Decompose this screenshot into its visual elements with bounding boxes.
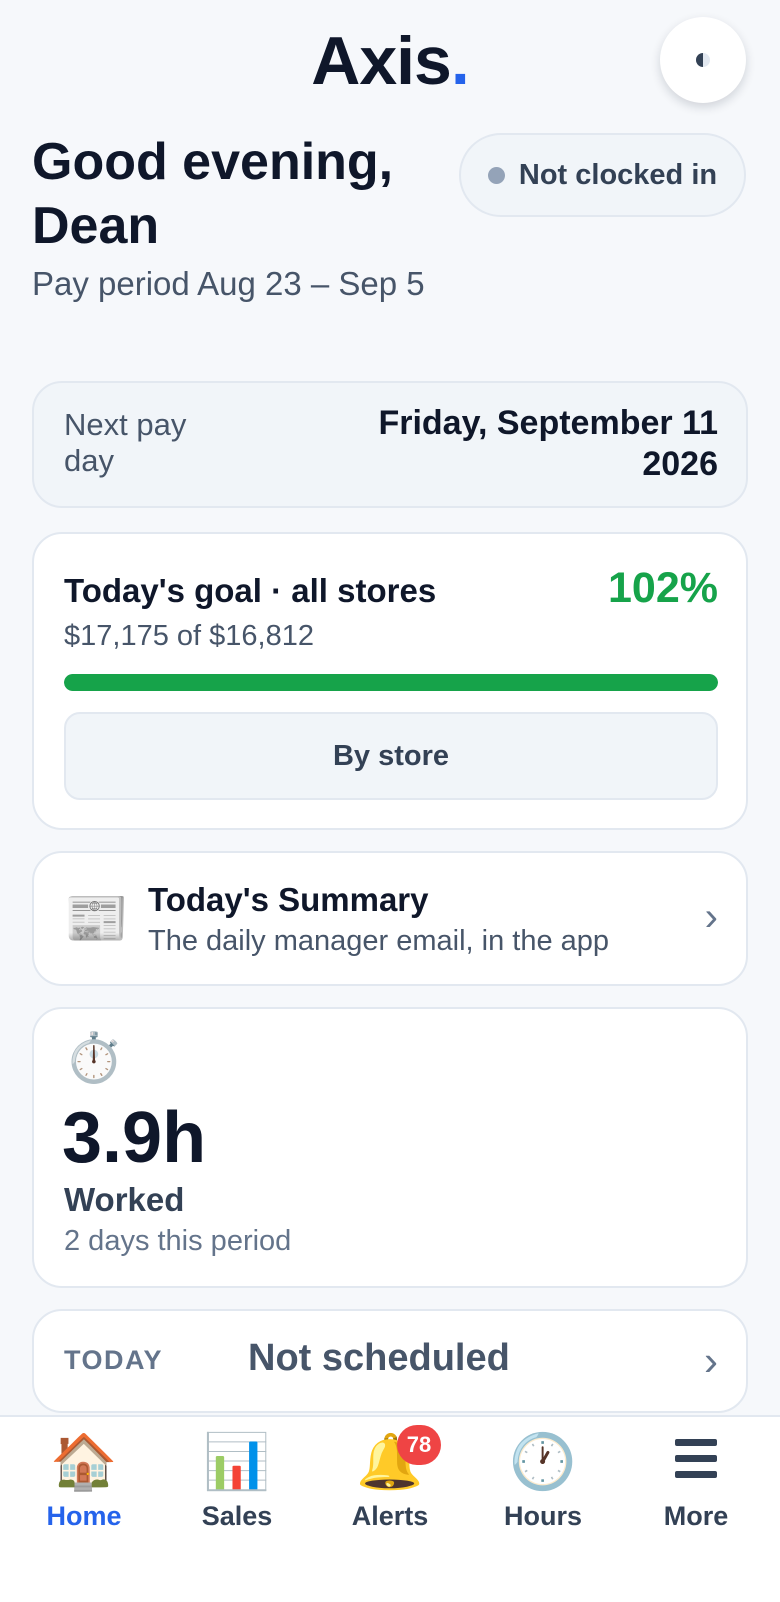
- today-tag: TODAY: [64, 1345, 164, 1375]
- greeting-title: Good evening, Dean: [32, 133, 394, 255]
- daily-goal-card: Today's goal · all stores 102% $17,175 o…: [32, 532, 748, 830]
- next-pay-date: Friday, September 11 2026: [378, 404, 718, 483]
- today-schedule-card[interactable]: TODAY Not scheduled ›: [32, 1309, 748, 1413]
- nav-item-sales[interactable]: 📊 Sales: [161, 1429, 313, 1532]
- app-header: Axis.: [0, 0, 780, 120]
- clock-status-label: Not clocked in: [518, 158, 718, 191]
- bottom-nav: 🏠 Home 📊 Sales 🔔 78 Alerts 🕐 Hours More: [0, 1415, 780, 1602]
- hours-worked-value: 3.9h: [62, 1098, 207, 1178]
- by-store-button[interactable]: By store: [64, 712, 718, 800]
- stopwatch-icon: ⏱️: [64, 1032, 124, 1085]
- next-pay-day-card: Next pay day Friday, September 11 2026: [32, 381, 748, 508]
- nav-item-alerts[interactable]: 🔔 78 Alerts: [314, 1425, 466, 1532]
- pay-period: Pay period Aug 23 – Sep 5: [32, 265, 425, 302]
- today-schedule-value: Not scheduled: [248, 1337, 510, 1379]
- menu-icon: [620, 1429, 772, 1495]
- nav-item-more[interactable]: More: [620, 1429, 772, 1532]
- nav-label-home: Home: [46, 1501, 122, 1531]
- hours-worked-card[interactable]: ⏱️ 3.9h Worked 2 days this period: [32, 1007, 748, 1288]
- goal-title: Today's goal · all stores: [64, 572, 437, 609]
- hours-worked-label: Worked: [64, 1181, 185, 1218]
- summary-subtitle: The daily manager email, in the app: [148, 925, 610, 957]
- nav-label-more: More: [663, 1501, 729, 1531]
- summary-title: Today's Summary: [148, 881, 429, 918]
- goal-progress-text: $17,175 of $16,812: [64, 620, 314, 652]
- bar-chart-icon: 📊: [203, 1432, 271, 1492]
- goal-progress-fill: [64, 674, 718, 691]
- nav-label-sales: Sales: [201, 1501, 273, 1531]
- goal-progress-bar: [64, 674, 718, 691]
- nav-label-alerts: Alerts: [351, 1501, 429, 1531]
- todays-summary-card[interactable]: 📰 Today's Summary The daily manager emai…: [32, 851, 748, 986]
- hours-worked-subtitle: 2 days this period: [64, 1225, 292, 1257]
- newspaper-icon: 📰: [64, 890, 129, 948]
- nav-label-hours: Hours: [503, 1501, 582, 1531]
- half-moon-icon: [696, 53, 710, 67]
- clock-status-pill[interactable]: Not clocked in: [459, 133, 746, 217]
- chevron-right-icon: ›: [704, 895, 718, 939]
- bell-icon: 🔔 78: [314, 1425, 466, 1495]
- next-pay-label: Next pay day: [64, 407, 187, 478]
- theme-toggle-button[interactable]: [660, 17, 746, 103]
- nav-item-home[interactable]: 🏠 Home: [8, 1429, 160, 1532]
- chevron-right-icon: ›: [704, 1337, 718, 1384]
- nav-item-hours[interactable]: 🕐 Hours: [467, 1429, 619, 1532]
- alerts-count-badge: 78: [397, 1425, 441, 1465]
- goal-percent: 102%: [608, 564, 718, 612]
- home-icon: 🏠: [50, 1432, 118, 1492]
- clock-icon: 🕐: [509, 1432, 577, 1492]
- status-dot-icon: [487, 166, 505, 184]
